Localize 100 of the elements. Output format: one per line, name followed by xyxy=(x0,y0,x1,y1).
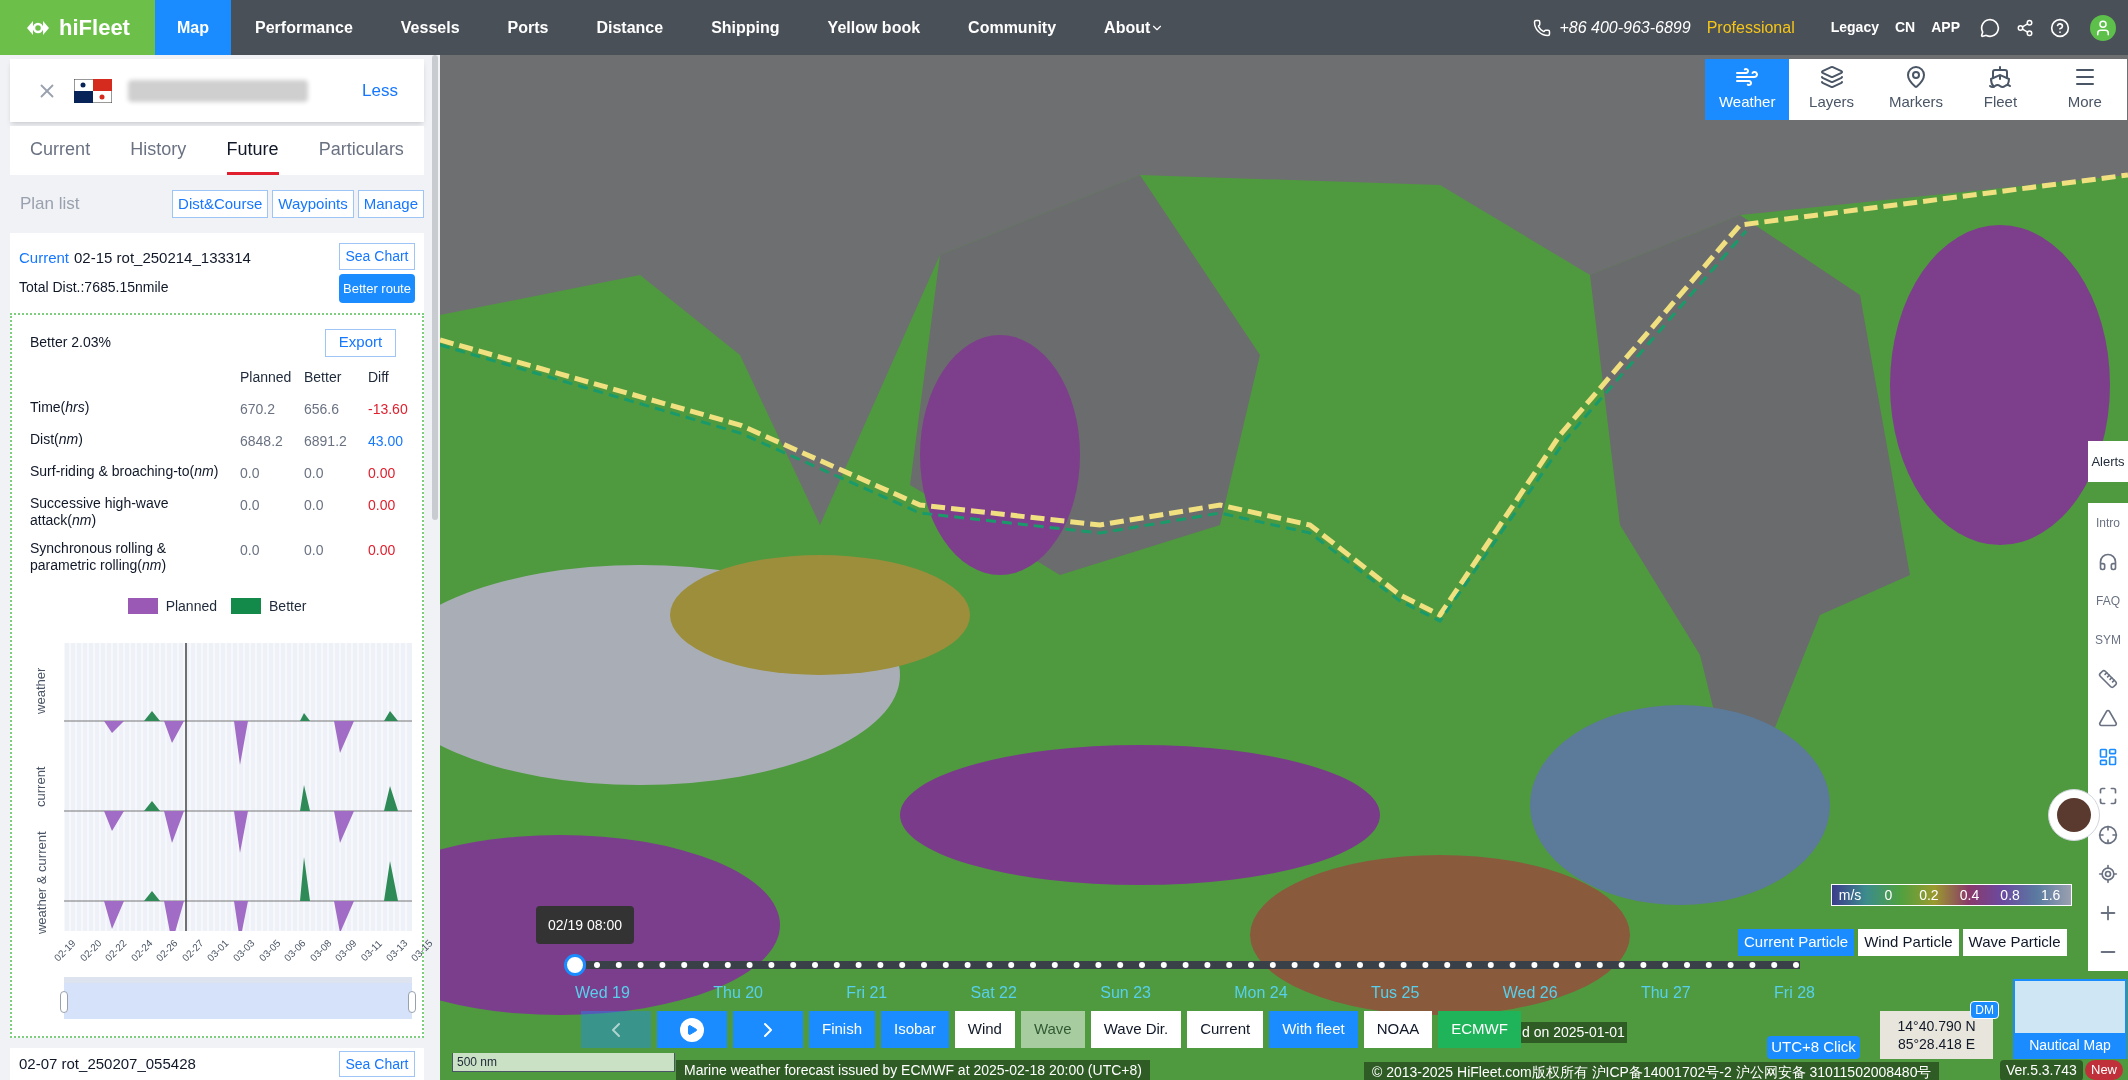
scale-bar: 500 nm xyxy=(452,1053,675,1072)
flag-icon xyxy=(74,78,112,103)
day-label: Thu 20 xyxy=(713,983,763,1003)
help-icon[interactable] xyxy=(2050,17,2070,38)
improvement-title: Better 2.03% xyxy=(30,333,111,353)
diff-value: 0.00 xyxy=(368,463,397,483)
total-distance: Total Dist.:7685.15nmile xyxy=(19,278,170,298)
legend-unit: m/s xyxy=(1837,885,1863,905)
panel-scrollbar[interactable] xyxy=(432,55,438,520)
particle-toggle[interactable]: Wind Particle xyxy=(1858,929,1959,956)
layers-icon xyxy=(1819,65,1844,90)
better-value: 6891.2 xyxy=(304,431,348,451)
nav-tab[interactable]: Map xyxy=(155,0,231,55)
layer-toggle[interactable]: Wave Dir. xyxy=(1090,1011,1182,1048)
slider-handle[interactable] xyxy=(408,990,416,1013)
day-label: Sat 22 xyxy=(970,983,1017,1003)
panel-axis-label: weather & current xyxy=(32,831,50,934)
particle-toggle[interactable]: Current Particle xyxy=(1738,929,1855,956)
source-toggle[interactable]: NOAA xyxy=(1363,1011,1433,1048)
map-tool-tab[interactable]: Weather xyxy=(1705,59,1790,120)
nav-link[interactable]: CN xyxy=(1894,17,1916,38)
plan-button[interactable]: Manage xyxy=(357,190,424,218)
play-icon xyxy=(680,1017,704,1042)
plan-label[interactable]: Professional xyxy=(1706,15,1795,40)
planned-value: 0.0 xyxy=(240,495,261,515)
export-button[interactable]: Export xyxy=(325,328,396,357)
layer-toggle[interactable]: Isobar xyxy=(881,1011,949,1048)
less-link[interactable]: Less xyxy=(362,77,398,104)
fullscreen-icon[interactable] xyxy=(2098,785,2118,806)
plan-status[interactable]: Current xyxy=(19,246,70,270)
nav-tab[interactable]: Shipping xyxy=(687,0,804,55)
copyright-text: © 2013-2025 HiFleet.com版权所有 沪ICP备14001702号-2 沪公网安备 31011502008480号 xyxy=(1364,1062,1940,1080)
logo-text: hiFleet xyxy=(59,14,130,42)
chat-icon[interactable] xyxy=(1980,17,2000,38)
sea-chart-button[interactable]: Sea Chart xyxy=(339,242,415,271)
crosshair-icon[interactable] xyxy=(2098,824,2118,845)
legend-tick: 0.8 xyxy=(1999,885,2021,905)
source-toggle[interactable]: ECMWF xyxy=(1438,1011,1521,1048)
metric-label: Surf-riding & broaching-to(nm) xyxy=(30,462,220,481)
panel-tab[interactable]: History xyxy=(130,126,187,176)
better-route-button[interactable]: Better route xyxy=(339,274,415,303)
map-tool-tab[interactable]: More xyxy=(2042,59,2128,120)
day-label: Wed 19 xyxy=(575,983,630,1003)
map-pin-icon xyxy=(1904,65,1928,90)
nav-link[interactable]: Legacy xyxy=(1830,17,1879,38)
better-value: 0.0 xyxy=(304,463,325,483)
nav-tab[interactable]: Community xyxy=(944,0,1081,55)
headset-icon[interactable] xyxy=(2098,551,2118,572)
layer-toggle[interactable]: Finish xyxy=(809,1011,875,1048)
map-tool-tab[interactable]: Layers xyxy=(1789,59,1874,120)
nav-tab[interactable]: Performance xyxy=(231,0,377,55)
ruler-icon[interactable] xyxy=(2098,668,2118,689)
layer-toggle[interactable]: Current xyxy=(1187,1011,1264,1048)
plan-button[interactable]: Dist&Course xyxy=(172,190,269,218)
nautical-map-button[interactable]: Nautical Map xyxy=(2013,979,2127,1059)
longitude: 85°28.418 E xyxy=(1897,1035,1976,1053)
timeline-track[interactable] xyxy=(586,960,1800,970)
time-tooltip: 02/19 08:00 xyxy=(536,906,634,944)
planned-value: 0.0 xyxy=(240,463,261,483)
plan-button[interactable]: Waypoints xyxy=(272,190,354,218)
map-tool-tab[interactable]: Fleet xyxy=(1958,59,2043,120)
day-label: Fri 21 xyxy=(846,983,888,1003)
version-label: Ver.5.3.743 xyxy=(2000,1060,2083,1080)
nav-link[interactable]: APP xyxy=(1931,17,1960,38)
layout-icon[interactable] xyxy=(2098,746,2118,767)
slider-handle[interactable] xyxy=(60,990,68,1013)
tool-link[interactable]: FAQ xyxy=(2096,591,2120,610)
panel-tab[interactable]: Current xyxy=(30,126,91,176)
forecast-note: Marine weather forecast issued by ECMWF at 2025-02-18 20:00 (UTC+8) xyxy=(676,1060,1150,1080)
tool-link[interactable]: SYM xyxy=(2095,630,2121,649)
play-button[interactable] xyxy=(657,1011,727,1048)
panel-tab[interactable]: Particulars xyxy=(318,126,404,176)
panel-tab[interactable]: Future xyxy=(226,126,279,176)
timezone-button[interactable]: UTC+8 Click xyxy=(1767,1036,1860,1059)
nav-tab[interactable]: Vessels xyxy=(376,0,484,55)
particle-toggle[interactable]: Wave Particle xyxy=(1962,929,2067,956)
tool-link[interactable]: Intro xyxy=(2096,513,2120,532)
legend-tick: 0 xyxy=(1883,885,1894,905)
layer-toggle[interactable]: Wind xyxy=(954,1011,1015,1048)
legend-tick: 0.2 xyxy=(1918,885,1940,905)
panel-axis-label: weather xyxy=(32,667,50,714)
sea-chart-button[interactable]: Sea Chart xyxy=(339,1051,415,1078)
locate-icon[interactable] xyxy=(2098,863,2118,884)
better-value: 0.0 xyxy=(304,495,325,515)
phone-icon xyxy=(1533,18,1552,37)
format-badge[interactable]: DM xyxy=(1970,1001,1999,1019)
map-tool-tab[interactable]: Markers xyxy=(1873,59,1959,120)
user-avatar[interactable] xyxy=(2090,14,2116,41)
better-value: 656.6 xyxy=(304,399,341,419)
nav-tab[interactable]: Ports xyxy=(483,0,573,55)
nav-tab[interactable]: Yellow book xyxy=(803,0,945,55)
legend-tick: 1.6 xyxy=(2039,885,2062,905)
nav-tab[interactable]: About xyxy=(1080,0,1189,55)
alerts-button[interactable]: Alerts xyxy=(2088,441,2128,482)
layer-toggle[interactable]: With fleet xyxy=(1269,1011,1358,1048)
day-label: Thu 27 xyxy=(1640,983,1691,1003)
nav-tab[interactable]: Distance xyxy=(572,0,688,55)
new-badge: New xyxy=(2085,1060,2123,1080)
legend-tick: 0.4 xyxy=(1958,885,1981,905)
share-icon[interactable] xyxy=(2016,18,2034,37)
